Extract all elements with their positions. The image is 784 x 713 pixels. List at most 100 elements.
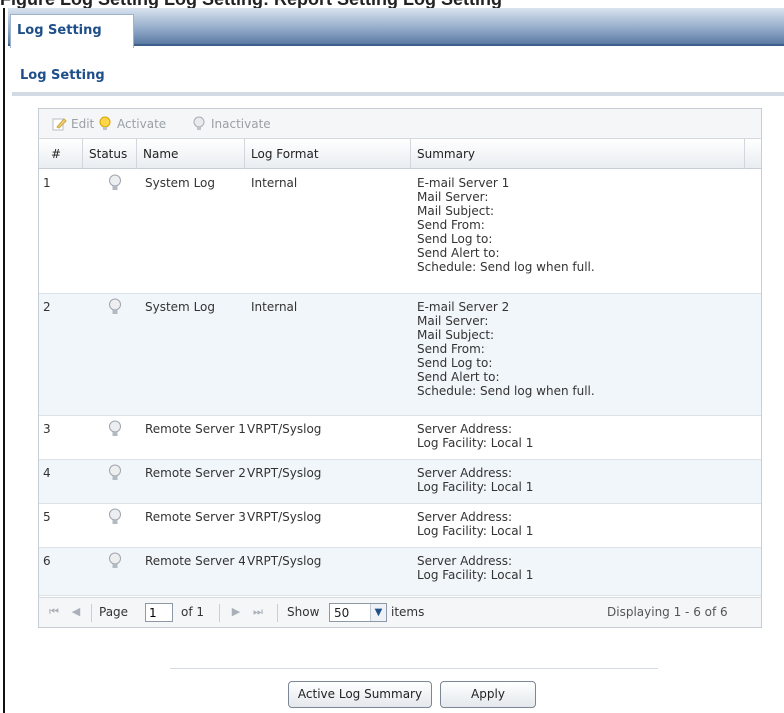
summary-line: Send From: (417, 342, 485, 356)
status-lightbulb-off-icon[interactable] (107, 420, 123, 438)
row-number: 2 (43, 300, 51, 314)
summary-line: E-mail Server 1 (417, 176, 510, 190)
column-header-log-format[interactable]: Log Format (245, 139, 411, 169)
summary-line: Send From: (417, 218, 485, 232)
row-number: 4 (43, 466, 51, 480)
table-header: # Status Name Log Format Summary (39, 139, 761, 169)
column-header-name[interactable]: Name (137, 139, 245, 169)
column-header-status[interactable]: Status (83, 139, 137, 169)
column-header-number[interactable]: # (39, 139, 83, 169)
table-row[interactable]: 5 Remote Server 3 VRPT/Syslog Server Add… (39, 504, 761, 548)
edit-button[interactable]: Edit (51, 116, 94, 132)
summary-line: Send Alert to: (417, 370, 500, 384)
row-summary: E-mail Server 2 Mail Server: Mail Subjec… (417, 300, 595, 398)
summary-line: Server Address: (417, 422, 512, 436)
lightbulb-off-icon (193, 116, 205, 130)
row-summary: Server Address: Log Facility: Local 1 (417, 466, 533, 494)
pager-divider (277, 604, 278, 622)
row-log-format: VRPT/Syslog (247, 422, 322, 436)
section-title: Log Setting (20, 68, 105, 83)
summary-line: Schedule: Send log when full. (417, 384, 595, 398)
summary-line: Send Log to: (417, 356, 493, 370)
status-lightbulb-off-icon[interactable] (107, 174, 123, 192)
apply-button[interactable]: Apply (440, 681, 536, 708)
summary-line: Send Log to: (417, 232, 493, 246)
summary-line: Log Facility: Local 1 (417, 524, 534, 538)
row-summary: Server Address: Log Facility: Local 1 (417, 422, 533, 450)
summary-line: Mail Server: (417, 190, 489, 204)
summary-line: Server Address: (417, 554, 512, 568)
summary-line: Log Facility: Local 1 (417, 480, 534, 494)
row-number: 5 (43, 510, 51, 524)
row-log-format: Internal (251, 176, 298, 190)
row-name: System Log (145, 300, 215, 314)
tab-log-setting[interactable]: Log Setting (10, 14, 134, 48)
row-summary: E-mail Server 1 Mail Server: Mail Subjec… (417, 176, 595, 274)
row-log-format: VRPT/Syslog (247, 510, 322, 524)
inactivate-button[interactable]: Inactivate (191, 116, 271, 132)
status-lightbulb-off-icon[interactable] (107, 298, 123, 316)
figure-caption-cropped: Figure Log Setting Log Setting: Report S… (0, 0, 784, 8)
pager-divider (91, 604, 92, 622)
pagination-bar: ⏮ ◀ Page of 1 ▶ ⏭ Show 50 ▼ items Displa… (39, 597, 761, 627)
items-per-page-select[interactable]: 50 ▼ (329, 603, 387, 622)
row-summary: Server Address: Log Facility: Local 1 (417, 510, 533, 538)
activate-button[interactable]: Activate (97, 116, 166, 132)
items-per-page-value: 50 (334, 606, 350, 620)
section-divider (12, 92, 784, 96)
summary-line: Server Address: (417, 466, 512, 480)
table-row[interactable]: 6 Remote Server 4 VRPT/Syslog Server Add… (39, 548, 761, 596)
button-divider (170, 668, 658, 669)
summary-line: Send Alert to: (417, 246, 500, 260)
table-row[interactable]: 4 Remote Server 2 VRPT/Syslog Server Add… (39, 460, 761, 504)
summary-line: Mail Subject: (417, 204, 495, 218)
last-page-icon[interactable]: ⏭ (251, 605, 265, 619)
chevron-down-icon[interactable]: ▼ (370, 604, 386, 621)
items-label: items (391, 605, 425, 619)
table-row[interactable]: 3 Remote Server 1 VRPT/Syslog Server Add… (39, 416, 761, 460)
table-row[interactable]: 2 System Log Internal E-mail Server 2 Ma… (39, 294, 761, 416)
row-name: Remote Server 1 (145, 422, 245, 436)
page-label: Page (99, 605, 129, 619)
log-setting-grid: Edit Activate Inactivate # Status Name L… (38, 108, 762, 628)
edit-label: Edit (71, 117, 95, 131)
edit-icon (52, 118, 67, 131)
status-lightbulb-off-icon[interactable] (107, 508, 123, 526)
row-log-format: VRPT/Syslog (247, 554, 322, 568)
active-log-summary-button[interactable]: Active Log Summary (288, 681, 432, 708)
status-lightbulb-off-icon[interactable] (107, 464, 123, 482)
row-summary: Server Address: Log Facility: Local 1 (417, 554, 533, 582)
grid-toolbar: Edit Activate Inactivate (39, 109, 761, 139)
show-label: Show (287, 605, 320, 619)
row-log-format: VRPT/Syslog (247, 466, 322, 480)
status-lightbulb-off-icon[interactable] (107, 552, 123, 570)
previous-page-icon[interactable]: ◀ (69, 605, 83, 619)
row-number: 1 (43, 176, 51, 190)
row-name: Remote Server 4 (145, 554, 245, 568)
summary-line: Server Address: (417, 510, 512, 524)
pager-divider (219, 604, 220, 622)
row-number: 3 (43, 422, 51, 436)
next-page-icon[interactable]: ▶ (229, 605, 243, 619)
inactivate-label: Inactivate (211, 117, 271, 131)
summary-line: Log Facility: Local 1 (417, 568, 534, 582)
summary-line: Mail Subject: (417, 328, 495, 342)
summary-line: Log Facility: Local 1 (417, 436, 534, 450)
first-page-icon[interactable]: ⏮ (47, 605, 61, 619)
page-count-label: of 1 (181, 605, 205, 619)
row-name: Remote Server 3 (145, 510, 245, 524)
summary-line: Mail Server: (417, 314, 489, 328)
column-header-summary[interactable]: Summary (411, 139, 745, 169)
summary-line: Schedule: Send log when full. (417, 260, 595, 274)
row-log-format: Internal (251, 300, 298, 314)
tab-bar: Log Setting (8, 8, 784, 48)
table-row[interactable]: 1 System Log Internal E-mail Server 1 Ma… (39, 170, 761, 294)
summary-line: E-mail Server 2 (417, 300, 510, 314)
displaying-count: Displaying 1 - 6 of 6 (607, 605, 728, 619)
row-number: 6 (43, 554, 51, 568)
activate-label: Activate (117, 117, 167, 131)
page-number-input[interactable] (145, 603, 173, 622)
row-name: Remote Server 2 (145, 466, 245, 480)
lightbulb-on-icon (99, 116, 111, 130)
page-left-border (3, 8, 5, 713)
